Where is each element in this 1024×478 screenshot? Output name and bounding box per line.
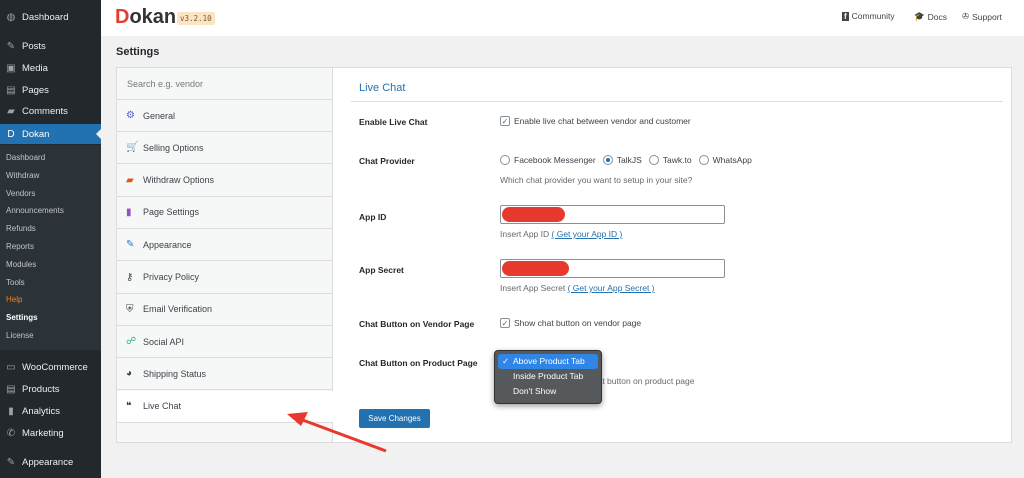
arrow-shaft (299, 417, 387, 453)
annotation-arrow (287, 412, 387, 453)
arrow-head (287, 412, 308, 426)
